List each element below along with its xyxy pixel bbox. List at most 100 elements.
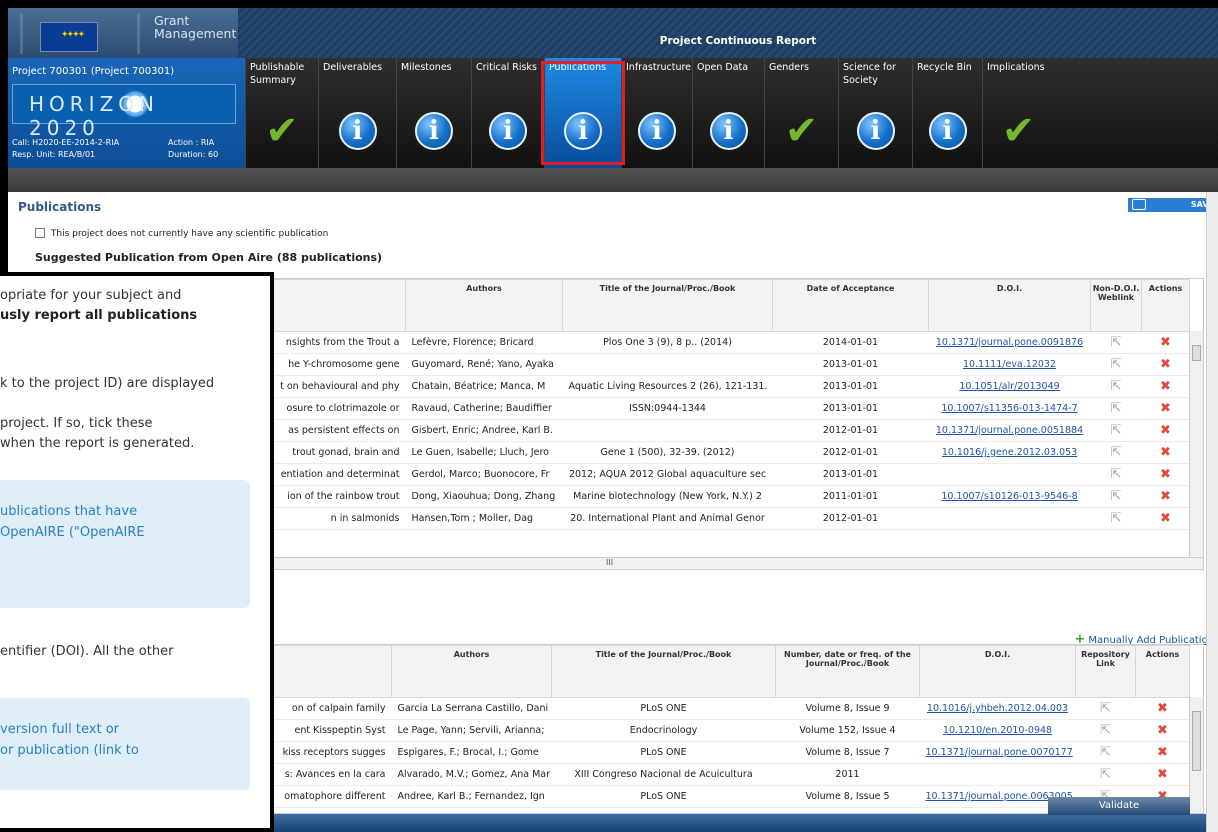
delete-icon[interactable]: ✖ — [1160, 511, 1171, 526]
delete-icon[interactable]: ✖ — [1160, 423, 1171, 438]
weblink-icon[interactable]: ⇱ — [1111, 379, 1122, 394]
tab-deliverables[interactable]: Deliverables i — [318, 58, 396, 168]
weblink-icon[interactable]: ⇱ — [1111, 511, 1122, 526]
tab-implications[interactable]: Implications ✔ — [982, 58, 1054, 168]
tab-science-for-society[interactable]: Science for Society i — [838, 58, 912, 168]
tab-label: Science for Society — [843, 62, 896, 86]
cell-date: 2012-01-01 — [772, 441, 929, 464]
tab-genders[interactable]: Genders ✔ — [764, 58, 838, 168]
tab-label: Genders — [769, 62, 809, 73]
weblink-icon[interactable]: ⇱ — [1111, 445, 1122, 460]
doi-link[interactable]: 10.1016/j.yhbeh.2012.04.003 — [927, 703, 1068, 714]
col-actions-header: Actions — [1141, 279, 1190, 332]
cell-doi: 10.1111/eva.12032 — [928, 353, 1091, 376]
doi-link[interactable]: 10.1007/s10126-013-9546-8 — [941, 491, 1077, 502]
doi-link[interactable]: 10.1371/journal.pone.0051884 — [936, 425, 1083, 436]
cell-journal: Plos One 3 (9), 8 p.. (2014) — [562, 331, 773, 354]
delete-icon[interactable]: ✖ — [1160, 357, 1171, 372]
weblink-icon[interactable]: ⇱ — [1111, 489, 1122, 504]
cell-weblink: ⇱ — [1090, 397, 1142, 420]
doi-link[interactable]: 10.1210/en.2010-0948 — [943, 725, 1052, 736]
scroll-thumb[interactable] — [1192, 711, 1201, 771]
project-resp-unit: Resp. Unit: REA/B/01 — [12, 150, 96, 159]
page-vscroll[interactable] — [1206, 192, 1218, 832]
tab-label: Deliverables — [323, 62, 383, 73]
col-authors-header: Authors — [391, 645, 552, 698]
col-repository-header: Repository Link — [1075, 645, 1136, 698]
cell-actions: ✖ — [1135, 697, 1190, 720]
delete-icon[interactable]: ✖ — [1160, 445, 1171, 460]
tab-open-data[interactable]: Open Data i — [692, 58, 764, 168]
cell-journal: 20. International Plant and Animal Genor — [562, 507, 773, 530]
cell-authors: Alvarado, M.V.; Gomez, Ana Mar — [391, 763, 552, 786]
help-info-box: version full text or or publication (lin… — [0, 698, 250, 790]
help-text: k to the project ID) are displayed — [0, 376, 215, 391]
cell-authors: Gerdol, Marco; Buonocore, Fr — [405, 463, 563, 486]
cell-actions: ✖ — [1141, 397, 1190, 420]
cell-doi: 10.1371/journal.pone.0051884 — [928, 419, 1091, 442]
doi-link[interactable]: 10.1007/s11356-013-1474-7 — [941, 403, 1077, 414]
weblink-icon[interactable]: ⇱ — [1111, 357, 1122, 372]
cell-journal: XIII Congreso Nacional de Acuicultura — [551, 763, 776, 786]
col-weblink-header: Non-D.O.I. Weblink — [1090, 279, 1142, 332]
weblink-icon[interactable]: ⇱ — [1111, 335, 1122, 350]
weblink-icon[interactable]: ⇱ — [1111, 401, 1122, 416]
doi-link[interactable]: 10.1016/j.gene.2012.03.053 — [942, 447, 1077, 458]
no-publication-checkbox[interactable] — [35, 228, 45, 238]
delete-icon[interactable]: ✖ — [1160, 489, 1171, 504]
col-number-header: Number, date or freq. of the Journal/Pro… — [775, 645, 920, 698]
help-text: ublications that have — [0, 504, 138, 519]
doi-link[interactable]: 10.1111/eva.12032 — [963, 359, 1056, 370]
cell-doi: 10.1016/j.gene.2012.03.053 — [928, 441, 1091, 464]
tab-recycle-bin[interactable]: Recycle Bin i — [912, 58, 982, 168]
save-button[interactable]: SAVE — [1128, 198, 1218, 212]
scroll-thumb[interactable] — [1192, 345, 1201, 361]
project-duration: Duration: 60 — [168, 150, 219, 159]
cell-journal — [562, 419, 773, 442]
delete-icon[interactable]: ✖ — [1157, 745, 1168, 760]
doi-link[interactable]: 10.1371/journal.pone.0070177 — [926, 747, 1073, 758]
cell-repository: ⇱ — [1075, 697, 1136, 720]
check-icon: ✔ — [265, 108, 299, 154]
cell-date: 2014-01-01 — [772, 331, 929, 354]
cell-number: Volume 8, Issue 9 — [775, 697, 920, 720]
validate-button[interactable]: Validate — [1048, 797, 1190, 815]
cell-actions: ✖ — [1141, 331, 1190, 354]
tab-infrastructure[interactable]: Infrastructure i — [621, 58, 692, 168]
cell-journal: Marine biotechnology (New York, N.Y.) 2 — [562, 485, 773, 508]
tab-label: Infrastructure — [626, 62, 692, 73]
col-doi-header: D.O.I. — [919, 645, 1076, 698]
cell-journal: PLoS ONE — [551, 697, 776, 720]
scroll-grip: III — [606, 558, 614, 567]
repository-link-icon[interactable]: ⇱ — [1100, 701, 1111, 716]
delete-icon[interactable]: ✖ — [1160, 379, 1171, 394]
cell-authors: Espigares, F.; Brocal, I.; Gome — [391, 741, 552, 764]
reported-table-vscroll[interactable] — [1189, 697, 1203, 813]
delete-icon[interactable]: ✖ — [1157, 701, 1168, 716]
info-icon: i — [338, 112, 377, 150]
delete-icon[interactable]: ✖ — [1160, 401, 1171, 416]
delete-icon[interactable]: ✖ — [1157, 723, 1168, 738]
suggested-publications-title: Suggested Publication from Open Aire (88… — [35, 251, 383, 264]
repository-link-icon[interactable]: ⇱ — [1100, 745, 1111, 760]
repository-link-icon[interactable]: ⇱ — [1100, 723, 1111, 738]
suggested-table-vscroll[interactable] — [1189, 331, 1203, 557]
tab-label: Publishable Summary — [250, 62, 305, 86]
cell-doi: 10.1007/s11356-013-1474-7 — [928, 397, 1091, 420]
tab-label: Open Data — [697, 62, 749, 73]
repository-link-icon[interactable]: ⇱ — [1100, 767, 1111, 782]
doi-link[interactable]: 10.1051/alr/2013049 — [959, 381, 1059, 392]
delete-icon[interactable]: ✖ — [1160, 467, 1171, 482]
tab-milestones[interactable]: Milestones i — [396, 58, 471, 168]
weblink-icon[interactable]: ⇱ — [1111, 467, 1122, 482]
tab-critical-risks[interactable]: Critical Risks i — [471, 58, 544, 168]
delete-icon[interactable]: ✖ — [1160, 335, 1171, 350]
weblink-icon[interactable]: ⇱ — [1111, 423, 1122, 438]
doi-link[interactable]: 10.1371/journal.pone.0091876 — [936, 337, 1083, 348]
delete-icon[interactable]: ✖ — [1157, 767, 1168, 782]
tab-publishable-summary[interactable]: Publishable Summary ✔ — [245, 58, 318, 168]
cell-weblink: ⇱ — [1090, 353, 1142, 376]
cell-date: 2013-01-01 — [772, 397, 929, 420]
cell-doi: 10.1007/s10126-013-9546-8 — [928, 485, 1091, 508]
cell-number: Volume 152, Issue 4 — [775, 719, 920, 742]
